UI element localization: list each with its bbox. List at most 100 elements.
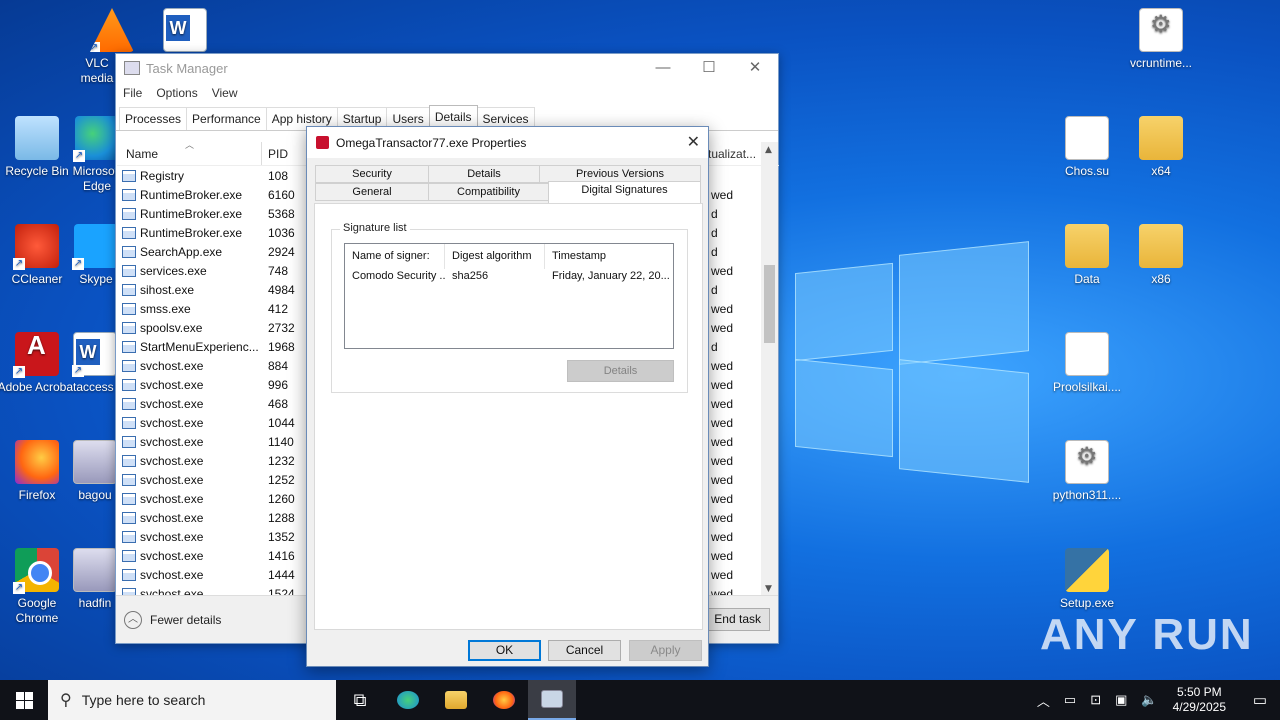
tab-digital-signatures[interactable]: Digital Signatures [548,181,701,203]
desktop-icon-acrobat[interactable]: Adobe Acrobat [0,332,77,395]
scroll-down-icon[interactable]: ▼ [765,584,772,594]
signature-row[interactable]: Comodo Security ... sha256 Friday, Janua… [345,269,673,286]
process-virtualization: wed [711,548,734,563]
tab-compatibility[interactable]: Compatibility [428,183,549,201]
column-pid[interactable]: PID [262,142,307,165]
process-name: svchost.exe [140,415,204,430]
tab-performance[interactable]: Performance [186,107,267,130]
column-virtualization[interactable]: tualizat... [708,142,756,166]
cancel-button[interactable]: Cancel [548,640,621,661]
taskbar-search-box[interactable]: ⚲ Type here to search [48,680,336,720]
blank-file-icon [1065,332,1109,376]
process-virtualization: d [711,282,718,297]
menu-file[interactable]: File [123,86,142,100]
process-name: StartMenuExperienc... [140,339,259,354]
device-icon[interactable]: ⊡ [1090,692,1101,708]
fewer-details-toggle[interactable]: ︿ Fewer details [124,611,221,629]
column-signer[interactable]: Name of signer: [345,244,445,269]
taskbar-task-manager[interactable] [528,680,576,720]
column-digest-algorithm[interactable]: Digest algorithm [445,244,545,269]
maximize-button[interactable]: ☐ [686,54,732,82]
signature-details-button[interactable]: Details [567,360,674,382]
process-icon [122,245,136,258]
desktop-icon-chrome[interactable]: Google Chrome [0,548,77,626]
process-virtualization: wed [711,567,734,582]
desktop-icon-hadfin[interactable]: hadfin [72,548,118,611]
process-name: svchost.exe [140,358,204,373]
settings-file-icon [1139,8,1183,52]
process-pid: 996 [268,377,289,392]
desktop-icon-ccleaner[interactable]: CCleaner [0,224,77,287]
tab-security[interactable]: Security [315,165,429,183]
tab-details[interactable]: Details [428,165,540,183]
sort-ascending-icon: ︿ [185,142,195,150]
desktop-icon-proolsilkai[interactable]: Proolsilkai.... [1047,332,1127,395]
network-icon[interactable]: ▣ [1115,692,1127,708]
process-virtualization: d [711,225,718,240]
menu-view[interactable]: View [212,86,238,100]
apply-button[interactable]: Apply [629,640,702,661]
vlc-icon [90,8,134,52]
process-pid: 1044 [268,415,295,430]
desktop-icon-recycle-bin[interactable]: Recycle Bin [0,116,77,179]
desktop-icon-skype[interactable]: Skype [72,224,120,287]
close-icon[interactable]: ✕ [687,132,700,152]
tab-general[interactable]: General [315,183,429,201]
clock[interactable]: 5:50 PM 4/29/2025 [1173,685,1226,715]
firefox-icon [493,691,515,709]
digest-algorithm: sha256 [452,270,489,282]
process-name: sihost.exe [140,282,195,297]
process-list-scrollbar[interactable]: ▲ ▼ [761,142,778,597]
start-button[interactable] [0,680,48,720]
task-manager-titlebar[interactable]: Task Manager — ☐ ✕ [116,54,778,82]
process-virtualization: d [711,206,718,221]
menu-options[interactable]: Options [156,86,197,100]
desktop-icon-vcruntime[interactable]: vcruntime... [1121,8,1201,71]
volume-icon[interactable]: 🔈 [1141,692,1157,708]
word-doc-icon [163,8,207,52]
desktop-icon-word-doc[interactable] [145,8,225,56]
taskbar-firefox[interactable] [480,680,528,720]
minimize-button[interactable]: — [640,54,686,82]
signature-list[interactable]: Name of signer: Digest algorithm Timesta… [344,243,674,349]
desktop-icon-bagou[interactable]: bagou [72,440,118,503]
folder-icon [1139,224,1183,268]
process-pid: 1968 [268,339,295,354]
task-view-button[interactable]: ⧉ [336,680,384,720]
process-pid: 1232 [268,453,295,468]
desktop-icon-data[interactable]: Data [1047,224,1127,287]
ok-button[interactable]: OK [468,640,541,661]
desktop-icon-firefox[interactable]: Firefox [0,440,77,503]
signer-name: Comodo Security ... [352,270,445,282]
scrollbar-thumb[interactable] [764,265,775,343]
process-virtualization: wed [711,320,734,335]
storage-icon[interactable]: ▭ [1064,692,1076,708]
process-virtualization: wed [711,358,734,373]
settings-file-icon [1065,440,1109,484]
close-button[interactable]: ✕ [732,54,778,82]
taskbar-file-explorer[interactable] [432,680,480,720]
scroll-up-icon[interactable]: ▲ [765,145,772,155]
process-icon [122,169,136,182]
desktop-icon-x64[interactable]: x64 [1121,116,1201,179]
process-pid: 1416 [268,548,295,563]
process-virtualization: wed [711,301,734,316]
properties-dialog[interactable]: OmegaTransactor77.exe Properties ✕ Secur… [306,126,709,667]
tab-processes[interactable]: Processes [119,107,188,130]
desktop-icon-chos[interactable]: Chos.su [1047,116,1127,179]
desktop-icon-access[interactable]: access [72,332,118,395]
column-timestamp[interactable]: Timestamp [545,244,673,269]
process-icon [122,340,136,353]
notification-icon[interactable]: ▭ [1240,691,1280,709]
properties-titlebar[interactable]: OmegaTransactor77.exe Properties ✕ [307,127,708,158]
desktop-icon-x86[interactable]: x86 [1121,224,1201,287]
taskbar-edge[interactable] [384,680,432,720]
task-manager-menubar: File Options View [116,82,778,104]
process-virtualization: wed [711,263,734,278]
process-virtualization: wed [711,377,734,392]
end-task-button[interactable]: End task [706,608,770,631]
desktop-icon-setup[interactable]: Setup.exe [1047,548,1127,611]
desktop-icon-python311[interactable]: python311.... [1047,440,1127,503]
python-setup-icon [1065,548,1109,592]
show-hidden-icons-icon[interactable]: ︿ [1037,691,1050,710]
